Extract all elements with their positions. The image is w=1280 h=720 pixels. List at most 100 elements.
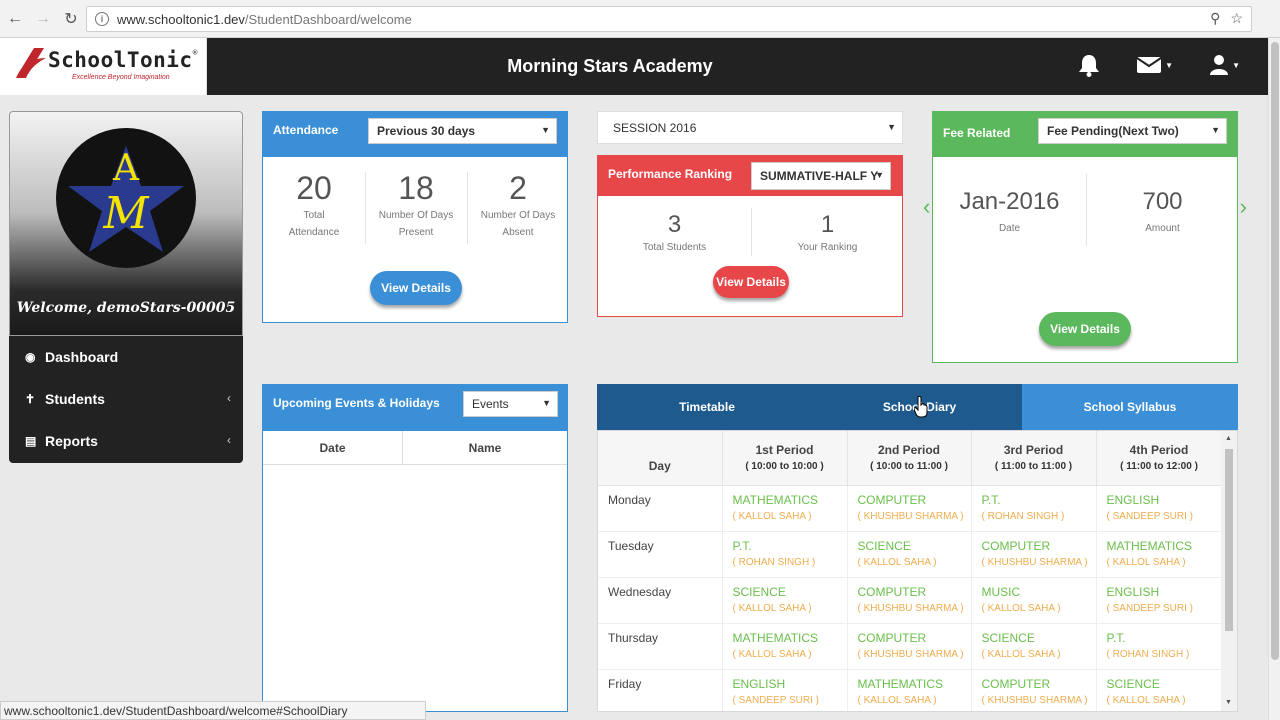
table-row: Friday ENGLISH( SANDEEP SURI ) MATHEMATI…: [598, 669, 1223, 711]
fee-amount-stat: 700 Amount: [1142, 188, 1183, 234]
period-cell: SCIENCE( KALLOL SAHA ): [847, 531, 972, 578]
caret-down-icon: ▼: [1211, 125, 1220, 135]
period-cell: P.T.( ROHAN SINGH ): [971, 485, 1097, 532]
browser-status-bar: www.schooltonic1.dev/StudentDashboard/we…: [0, 701, 426, 720]
events-column-date: Date: [263, 431, 403, 464]
tab-timetable[interactable]: Timetable: [597, 384, 817, 430]
fee-view-details-button[interactable]: View Details: [1039, 312, 1131, 346]
performance-view-details-button[interactable]: View Details: [713, 266, 789, 298]
period-cell: COMPUTER( KHUSHBU SHARMA ): [971, 669, 1097, 711]
sidebar-item-students[interactable]: ✝ Students ‹: [9, 378, 243, 420]
period-cell: COMPUTER( KHUSHBU SHARMA ): [847, 623, 972, 670]
day-cell: Monday: [598, 485, 723, 532]
performance-panel: Performance Ranking SUMMATIVE-HALF Y ▼ 3 …: [597, 155, 903, 317]
fee-filter-select[interactable]: Fee Pending(Next Two) ▼: [1038, 118, 1227, 144]
period-header: 2nd Period( 10:00 to 11:00 ): [847, 431, 972, 486]
timetable-body: Day 1st Period( 10:00 to 10:00 ) 2nd Per…: [597, 430, 1238, 712]
svg-text:M: M: [102, 188, 149, 239]
sidebar-item-dashboard[interactable]: ◉ Dashboard: [9, 336, 243, 378]
timetable-header-row: Day 1st Period( 10:00 to 10:00 ) 2nd Per…: [598, 431, 1223, 486]
dashboard-icon: ◉: [25, 350, 36, 364]
table-row: Wednesday SCIENCE( KALLOL SAHA ) COMPUTE…: [598, 577, 1223, 624]
period-cell: ENGLISH( SANDEEP SURI ): [1096, 485, 1223, 532]
address-bar[interactable]: i www.schooltonic1.dev/StudentDashboard/…: [86, 6, 1252, 32]
day-cell: Wednesday: [598, 577, 723, 624]
your-ranking-stat: 1 Your Ranking: [797, 211, 858, 253]
timetable-table: Day 1st Period( 10:00 to 10:00 ) 2nd Per…: [598, 431, 1223, 711]
logo-text: SchoolTonic®: [48, 48, 198, 72]
caret-down-icon: ▼: [875, 170, 884, 180]
logo[interactable]: SchoolTonic® Excellence Beyond Imaginati…: [0, 38, 207, 95]
attendance-period-select[interactable]: Previous 30 days ▼: [368, 118, 557, 144]
url-path: /StudentDashboard/welcome: [244, 11, 412, 27]
caret-down-icon: ▼: [1165, 60, 1174, 70]
user-menu-icon[interactable]: ▼: [1209, 53, 1240, 77]
period-cell: SCIENCE( KALLOL SAHA ): [1096, 669, 1223, 711]
events-filter-select[interactable]: Events ▼: [463, 391, 558, 417]
table-row: Tuesday P.T.( ROHAN SINGH ) SCIENCE( KAL…: [598, 531, 1223, 578]
fee-panel: Fee Related Fee Pending(Next Two) ▼ Jan-2…: [923, 111, 1247, 363]
bar-chart-icon: ▤: [25, 434, 37, 448]
period-cell: COMPUTER( KHUSHBU SHARMA ): [847, 485, 972, 532]
timetable-scrollbar[interactable]: ▲ ▼: [1221, 431, 1237, 711]
carousel-next-icon[interactable]: ›: [1240, 194, 1247, 220]
welcome-text: Welcome, demoStars-00005: [16, 300, 236, 316]
scroll-up-icon[interactable]: ▲: [1225, 435, 1232, 442]
notification-bell-icon[interactable]: [1078, 53, 1100, 77]
attendance-panel: Attendance Previous 30 days ▼ 20 Total At…: [262, 111, 568, 323]
period-cell: MATHEMATICS( KALLOL SAHA ): [722, 485, 848, 532]
events-table-header: Date Name: [263, 431, 567, 465]
attendance-view-details-button[interactable]: View Details: [370, 271, 462, 305]
fee-title: Fee Related: [943, 126, 1011, 140]
period-header: 1st Period( 10:00 to 10:00 ): [722, 431, 848, 486]
sidebar-item-reports[interactable]: ▤ Reports ‹: [9, 420, 243, 462]
period-cell: MATHEMATICS( KALLOL SAHA ): [722, 623, 848, 670]
app-header: SchoolTonic® Excellence Beyond Imaginati…: [0, 38, 1268, 95]
caret-down-icon: ▼: [1232, 60, 1240, 70]
browser-toolbar: ← → ↻ i www.schooltonic1.dev/StudentDash…: [0, 0, 1280, 38]
events-title: Upcoming Events & Holidays: [273, 396, 440, 410]
total-attendance-stat: 20 Total Attendance: [288, 170, 340, 238]
back-icon[interactable]: ←: [2, 6, 28, 32]
forward-icon[interactable]: →: [30, 6, 56, 32]
day-cell: Tuesday: [598, 531, 723, 578]
chevron-left-icon: ‹: [227, 391, 231, 405]
period-cell: ENGLISH( SANDEEP SURI ): [1096, 577, 1223, 624]
caret-down-icon: ▼: [542, 398, 551, 408]
key-icon[interactable]: ⚲: [1210, 10, 1220, 27]
messages-envelope-icon[interactable]: ▼: [1136, 53, 1173, 77]
period-cell: MATHEMATICS( KALLOL SAHA ): [1096, 531, 1223, 578]
schooltonic-logo-icon: [16, 48, 46, 78]
attendance-title: Attendance: [273, 123, 339, 137]
days-present-stat: 18 Number Of Days Present: [378, 170, 454, 238]
events-column-name: Name: [468, 440, 502, 455]
scroll-down-icon[interactable]: ▼: [1225, 699, 1232, 706]
table-row: Thursday MATHEMATICS( KALLOL SAHA ) COMP…: [598, 623, 1223, 670]
sidebar-menu: ◉ Dashboard ✝ Students ‹ ▤ Reports ‹: [9, 336, 243, 463]
svg-text:A: A: [112, 148, 140, 189]
info-icon[interactable]: i: [95, 12, 109, 26]
school-name: Morning Stars Academy: [507, 56, 713, 76]
session-select[interactable]: SESSION 2016 ▼: [597, 111, 903, 144]
logo-tagline: Excellence Beyond Imagination: [72, 74, 170, 81]
events-panel: Upcoming Events & Holidays Events ▼ Date …: [262, 384, 568, 712]
carousel-prev-icon[interactable]: ‹: [923, 194, 930, 220]
exam-select[interactable]: SUMMATIVE-HALF Y ▼: [751, 162, 891, 190]
days-absent-stat: 2 Number Of Days Absent: [480, 170, 556, 238]
bookmark-star-icon[interactable]: ☆: [1230, 10, 1243, 27]
caret-down-icon: ▼: [887, 122, 896, 132]
period-cell: MUSIC( KALLOL SAHA ): [971, 577, 1097, 624]
period-cell: P.T.( ROHAN SINGH ): [1096, 623, 1223, 670]
day-cell: Thursday: [598, 623, 723, 670]
period-cell: COMPUTER( KHUSHBU SHARMA ): [847, 577, 972, 624]
profile-card: A M Welcome, demoStars-00005: [9, 111, 243, 336]
period-cell: MATHEMATICS( KALLOL SAHA ): [847, 669, 972, 711]
tab-school-syllabus[interactable]: School Syllabus: [1022, 384, 1238, 430]
performance-title: Performance Ranking: [608, 167, 733, 181]
day-header: Day: [598, 431, 723, 486]
fee-date-stat: Jan-2016 Date: [959, 188, 1060, 234]
reload-icon[interactable]: ↻: [58, 6, 84, 32]
period-header: 4th Period( 11:00 to 12:00 ): [1096, 431, 1223, 486]
page-scrollbar[interactable]: [1268, 38, 1280, 720]
chevron-left-icon: ‹: [227, 433, 231, 447]
